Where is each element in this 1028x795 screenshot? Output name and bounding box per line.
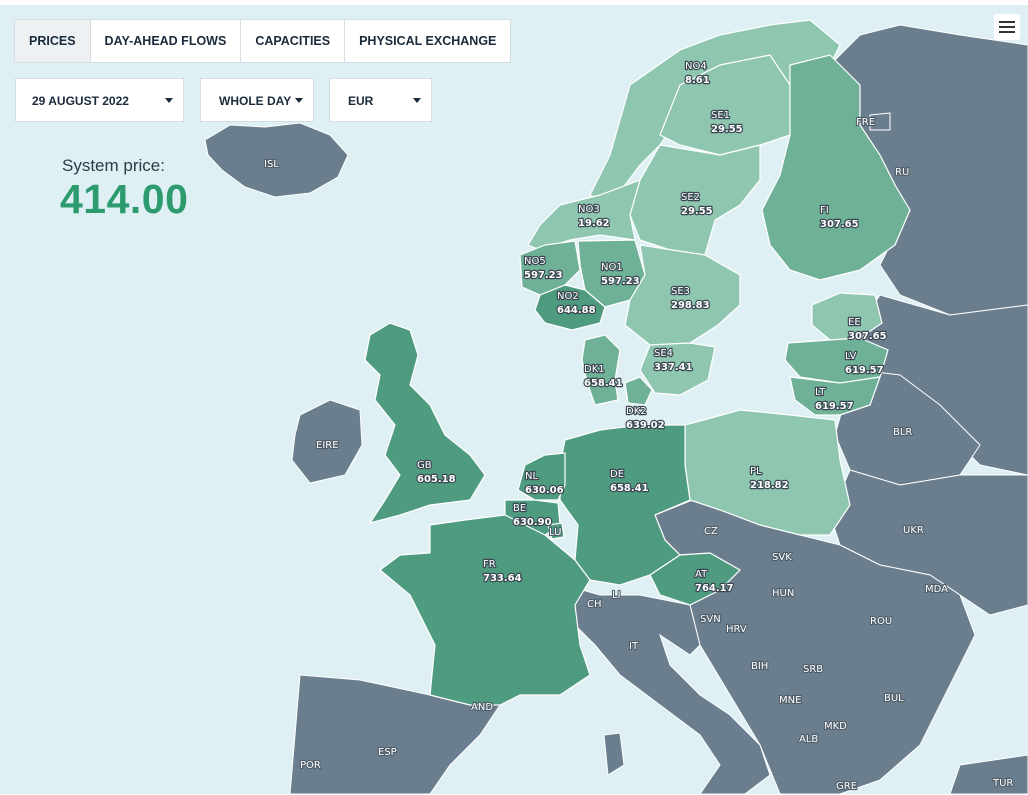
country-label: MKD xyxy=(824,721,847,732)
tab-capacities[interactable]: CAPACITIES xyxy=(241,20,346,62)
svg-text:NL: NL xyxy=(525,471,538,482)
europe-price-map[interactable]: ISL FRE RU EIRE BLR UKR LU CZ SVK HUN MD… xyxy=(0,5,1028,794)
caret-down-icon xyxy=(295,98,303,103)
svg-text:FI: FI xyxy=(820,205,829,216)
view-tabs: PRICES DAY-AHEAD FLOWS CAPACITIES PHYSIC… xyxy=(14,19,512,63)
svg-text:DE: DE xyxy=(610,469,624,480)
country-label: GRE xyxy=(836,781,857,792)
country-label: RU xyxy=(895,167,909,178)
country-label: ISL xyxy=(264,159,279,170)
land-sardinia xyxy=(603,732,625,776)
svg-text:337.41: 337.41 xyxy=(654,362,693,373)
country-label: POR xyxy=(300,760,321,771)
svg-text:733.64: 733.64 xyxy=(483,573,522,584)
svg-text:29.55: 29.55 xyxy=(681,206,713,217)
svg-text:8.61: 8.61 xyxy=(685,75,710,86)
country-label: BIH xyxy=(751,661,768,672)
country-label: IT xyxy=(629,641,639,652)
country-label: BUL xyxy=(884,693,904,704)
svg-text:764.17: 764.17 xyxy=(695,583,734,594)
zone-lv[interactable] xyxy=(784,337,889,384)
country-label: EIRE xyxy=(316,440,339,451)
svg-text:SE2: SE2 xyxy=(681,192,700,203)
svg-text:AT: AT xyxy=(695,569,708,580)
country-label: CZ xyxy=(704,526,718,537)
caret-down-icon xyxy=(413,98,421,103)
country-label: BLR xyxy=(893,427,912,438)
country-label: LU xyxy=(549,527,561,538)
country-label: ROU xyxy=(870,616,892,627)
country-label: ALB xyxy=(799,734,818,745)
system-price-value: 414.00 xyxy=(60,176,189,222)
tab-prices[interactable]: PRICES xyxy=(15,20,91,62)
svg-text:DK1: DK1 xyxy=(584,364,605,375)
svg-text:658.41: 658.41 xyxy=(584,378,623,389)
svg-text:FR: FR xyxy=(483,559,496,570)
svg-text:19.62: 19.62 xyxy=(578,218,610,229)
country-label: HRV xyxy=(726,624,747,635)
svg-text:605.18: 605.18 xyxy=(417,474,456,485)
svg-text:29.55: 29.55 xyxy=(711,124,743,135)
svg-text:SE1: SE1 xyxy=(711,110,730,121)
svg-text:218.82: 218.82 xyxy=(750,480,789,491)
svg-text:NO1: NO1 xyxy=(601,262,623,273)
svg-text:NO4: NO4 xyxy=(685,61,707,72)
svg-text:PL: PL xyxy=(750,466,762,477)
country-label: FRE xyxy=(856,117,875,128)
svg-text:SE3: SE3 xyxy=(671,286,690,297)
currency-select-value: EUR xyxy=(348,94,374,108)
date-select-value: 29 AUGUST 2022 xyxy=(32,94,129,108)
country-label: AND xyxy=(471,702,493,713)
zone-no3[interactable] xyxy=(527,179,641,251)
svg-text:SE4: SE4 xyxy=(654,348,673,359)
svg-text:298.83: 298.83 xyxy=(671,300,710,311)
svg-text:630.90: 630.90 xyxy=(513,517,552,528)
svg-text:307.65: 307.65 xyxy=(820,219,859,230)
zone-label-dk2: DK2 639.02 xyxy=(625,405,666,432)
svg-text:630.06: 630.06 xyxy=(525,485,564,496)
period-select-value: WHOLE DAY xyxy=(219,94,292,108)
svg-text:597.23: 597.23 xyxy=(524,270,563,281)
svg-text:658.41: 658.41 xyxy=(610,483,649,494)
tab-physical-exchange[interactable]: PHYSICAL EXCHANGE xyxy=(345,20,510,62)
date-select[interactable]: 29 AUGUST 2022 xyxy=(15,78,184,122)
country-label: SVK xyxy=(772,552,792,563)
hamburger-menu-icon[interactable] xyxy=(994,14,1020,40)
svg-text:DK2: DK2 xyxy=(626,406,647,417)
country-label: ESP xyxy=(378,747,397,758)
svg-text:NO5: NO5 xyxy=(524,256,546,267)
svg-text:GB: GB xyxy=(417,460,432,471)
country-label: HUN xyxy=(772,588,794,599)
country-label: LI xyxy=(612,590,621,601)
svg-text:LV: LV xyxy=(845,351,856,362)
svg-text:644.88: 644.88 xyxy=(557,305,596,316)
zone-fr[interactable] xyxy=(379,514,591,706)
country-label: SRB xyxy=(803,664,823,675)
svg-text:NO2: NO2 xyxy=(557,291,579,302)
period-select[interactable]: WHOLE DAY xyxy=(200,78,314,122)
svg-text:619.57: 619.57 xyxy=(815,401,854,412)
svg-text:NO3: NO3 xyxy=(578,204,600,215)
zone-gb[interactable] xyxy=(364,322,486,524)
land-turkey xyxy=(949,754,1028,794)
map-canvas[interactable]: ISL FRE RU EIRE BLR UKR LU CZ SVK HUN MD… xyxy=(0,5,1028,794)
country-label: MDA xyxy=(925,584,948,595)
country-label: SVN xyxy=(700,614,721,625)
caret-down-icon xyxy=(165,98,173,103)
svg-text:619.57: 619.57 xyxy=(845,365,884,376)
svg-text:LT: LT xyxy=(815,387,826,398)
country-label: CH xyxy=(587,599,602,610)
currency-select[interactable]: EUR xyxy=(329,78,432,122)
svg-text:307.65: 307.65 xyxy=(848,331,887,342)
svg-text:BE: BE xyxy=(513,503,526,514)
svg-text:639.02: 639.02 xyxy=(626,420,665,431)
system-price-label: System price: xyxy=(62,156,165,175)
svg-text:EE: EE xyxy=(848,317,861,328)
country-label: UKR xyxy=(903,525,924,536)
country-label: TUR xyxy=(992,778,1013,789)
tab-day-ahead-flows[interactable]: DAY-AHEAD FLOWS xyxy=(91,20,242,62)
country-label: MNE xyxy=(779,695,801,706)
svg-text:597.23: 597.23 xyxy=(601,276,640,287)
